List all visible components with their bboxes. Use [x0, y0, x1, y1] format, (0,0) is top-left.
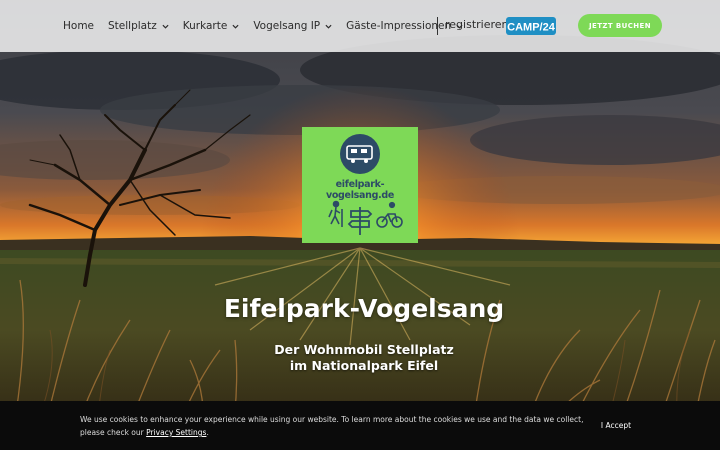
signpost-icon — [347, 207, 373, 235]
chevron-down-icon — [232, 24, 239, 29]
cyclist-icon — [376, 201, 403, 228]
chevron-down-icon — [162, 24, 169, 29]
main-menu: Home Stellplatz Kurkarte Vogelsang IP Gä… — [63, 0, 477, 52]
hiker-icon — [328, 200, 343, 227]
book-now-button[interactable]: JETZT BUCHEN — [578, 14, 662, 37]
register-link[interactable]: registrieren — [445, 18, 509, 31]
camp24-logo-text: CAMP/24 — [507, 22, 556, 34]
nav-item-vogelsang-ip[interactable]: Vogelsang IP — [253, 20, 332, 32]
hero-section: Home Stellplatz Kurkarte Vogelsang IP Gä… — [0, 0, 720, 450]
nav-item-label: Vogelsang IP — [253, 20, 321, 32]
nav-item-label: Gäste-Impressionen — [346, 20, 452, 32]
nav-item-kurkarte[interactable]: Kurkarte — [183, 20, 240, 32]
cookie-message-suffix: . — [206, 428, 209, 437]
camper-van-icon — [340, 134, 380, 174]
nav-item-home[interactable]: Home — [63, 20, 94, 32]
hero-title: Eifelpark-Vogelsang — [223, 294, 505, 323]
nav-divider — [437, 17, 438, 35]
privacy-settings-link[interactable]: Privacy Settings — [146, 428, 206, 437]
nav-item-label: Stellplatz — [108, 20, 157, 32]
cookie-message: We use cookies to enhance your experienc… — [80, 413, 590, 439]
chevron-down-icon — [325, 24, 332, 29]
hero-subtitle-line-1: Der Wohnmobil Stellplatz — [274, 342, 454, 357]
nav-item-label: Kurkarte — [182, 20, 228, 32]
top-navigation-bar: Home Stellplatz Kurkarte Vogelsang IP Gä… — [0, 0, 720, 52]
nav-item-label: Home — [63, 20, 95, 32]
hero-subtitle-line-2: im Nationalpark Eifel — [289, 358, 439, 373]
hero-subtitle: Der Wohnmobil Stellplatz im Nationalpark… — [0, 342, 720, 374]
logo-text: eifelpark-vogelsang.de — [325, 179, 395, 201]
camp24-logo[interactable]: CAMP/24 — [506, 16, 556, 36]
nav-item-stellplatz[interactable]: Stellplatz — [108, 20, 169, 32]
site-logo: eifelpark-vogelsang.de — [302, 127, 418, 243]
accept-cookies-button[interactable]: I Accept — [590, 416, 642, 434]
